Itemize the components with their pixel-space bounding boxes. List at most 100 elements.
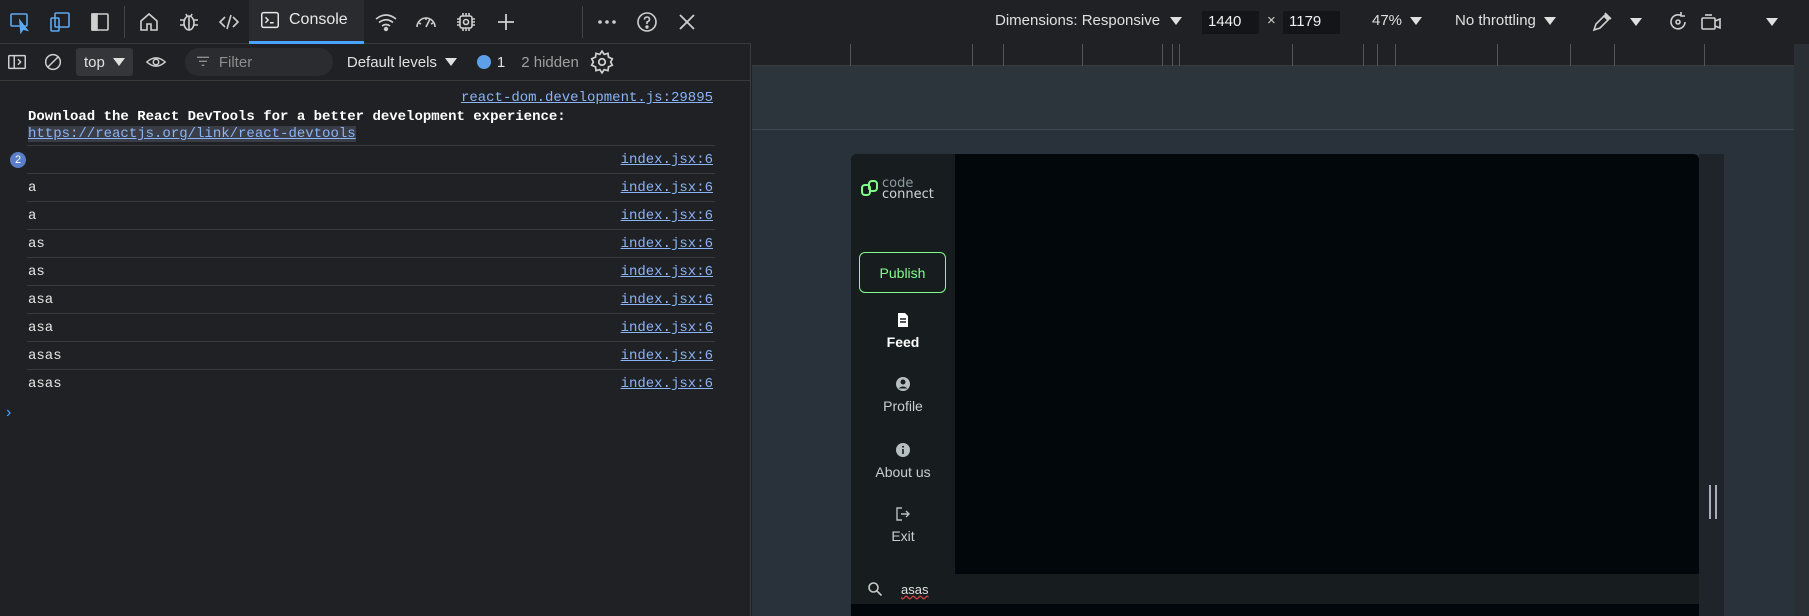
ruler-tick [1179,44,1180,66]
source-link[interactable]: index.jsx:6 [621,376,713,392]
filter-input[interactable]: Filter [184,48,333,76]
filter-icon [196,56,209,66]
console-row-text: as [28,236,45,252]
device-emulation-area: Dimensions: Responsive 1440 × 1179 47% N… [752,0,1809,616]
chevron-down-icon [1543,16,1556,25]
clear-console-icon[interactable] [38,44,68,81]
search-input[interactable]: asas [901,582,928,597]
sensors-pen-icon[interactable] [1590,10,1614,34]
console-row: a index.jsx:6 [27,202,715,230]
memory-chip-icon[interactable] [446,0,486,44]
ruler-tick [1497,44,1498,66]
media-query-bar [752,66,1809,130]
sidebar-item-label: Exit [891,528,915,544]
dimensions-label: Dimensions: Responsive [995,12,1161,29]
source-link[interactable]: index.jsx:6 [621,180,713,196]
console-filter-bar: top Filter Default levels 1 2 hidden [0,44,751,81]
performance-gauge-icon[interactable] [406,0,446,44]
live-expression-eye-icon[interactable] [141,44,171,81]
zoom-dropdown[interactable]: 47% [1372,12,1423,29]
sidebar-item-exit[interactable]: Exit [851,506,955,544]
console-message-react: react-dom.development.js:29895 Download … [27,82,715,146]
height-input[interactable]: 1179 [1283,11,1340,34]
tab-console-label: Console [289,11,348,28]
search-bar[interactable]: asas [851,574,1699,604]
welcome-home-icon[interactable] [129,0,169,44]
scrollbar[interactable] [1794,44,1809,616]
console-row-text: as [28,264,45,280]
sidebar-item-profile[interactable]: Profile [851,376,955,414]
chevron-down-icon [1410,16,1423,25]
ruler-tick [850,44,851,66]
console-row: asas index.jsx:6 [27,342,715,370]
message-count-badge[interactable]: 1 [476,54,505,71]
tab-console[interactable]: Console [249,0,364,44]
console-sidebar-icon[interactable] [2,44,32,81]
source-link[interactable]: index.jsx:6 [621,292,713,308]
console-row: asa index.jsx:6 [27,286,715,314]
context-select[interactable]: top [76,48,133,76]
console-icon [261,11,279,29]
dimensions-dropdown[interactable]: Dimensions: Responsive [995,12,1183,29]
chevron-down-icon[interactable] [1630,18,1642,26]
sidebar-item-label: Profile [883,398,923,414]
console-row: a index.jsx:6 [27,174,715,202]
react-devtools-link[interactable]: https://reactjs.org/link/react-devtools [28,126,356,142]
sidebar-item-label: Feed [886,334,920,350]
search-icon [868,582,883,597]
sidebar-item-about[interactable]: About us [851,442,955,480]
device-toolbar-icon[interactable] [40,0,80,44]
chevron-down-icon[interactable] [1766,18,1778,26]
close-icon[interactable] [667,0,707,44]
ruler [752,44,1794,66]
device-viewport: code connect Publish Feed Profile About … [851,154,1699,616]
sidebar-item-feed[interactable]: Feed [851,312,955,350]
throttling-value: No throttling [1455,12,1536,29]
width-input[interactable]: 1440 [1202,11,1259,34]
ruler-tick [1172,44,1173,66]
sidebar-toggle-icon[interactable] [80,0,120,44]
more-icon[interactable] [587,0,627,44]
resize-handle-icon[interactable] [1709,485,1717,519]
console-settings-gear-icon[interactable] [589,49,615,75]
log-levels-dropdown[interactable]: Default levels [347,54,457,71]
logo-text: code connect [882,177,934,201]
devtools-panel: Console top Filter Default levels 1 2 hi… [0,0,751,616]
device-toolbar: Dimensions: Responsive 1440 × 1179 47% N… [752,0,1809,44]
source-link[interactable]: index.jsx:6 [621,320,713,336]
source-link[interactable]: react-dom.development.js:29895 [461,90,713,106]
chevron-down-icon [444,58,457,66]
ruler-tick [1377,44,1378,66]
throttling-dropdown[interactable]: No throttling [1455,12,1556,29]
source-link[interactable]: index.jsx:6 [621,208,713,224]
source-link[interactable]: index.jsx:6 [621,348,713,364]
rotate-icon[interactable] [1666,10,1690,34]
ruler-tick [1395,44,1396,66]
bug-icon[interactable] [169,0,209,44]
network-wifi-icon[interactable] [366,0,406,44]
context-select-value: top [84,53,105,71]
repeat-count-badge: 2 [10,152,26,168]
publish-button[interactable]: Publish [859,252,946,293]
help-icon[interactable] [627,0,667,44]
log-levels-label: Default levels [346,53,437,71]
console-row-text: asas [28,348,62,364]
elements-code-icon[interactable] [209,0,249,44]
source-link[interactable]: index.jsx:6 [621,236,713,252]
source-link[interactable]: index.jsx:6 [621,152,713,168]
device-posture-icon[interactable] [1699,10,1723,34]
console-row: asa index.jsx:6 [27,314,715,342]
console-prompt[interactable]: › [6,404,11,422]
zoom-value: 47% [1372,12,1403,29]
code-connect-logo: code connect [861,177,934,201]
filter-placeholder: Filter [218,53,253,71]
message-bubble-icon [476,55,491,69]
ruler-tick [1614,44,1615,66]
source-link[interactable]: index.jsx:6 [621,264,713,280]
console-row-text: asa [28,292,54,308]
add-tab-icon[interactable] [486,0,526,44]
chevron-down-icon [112,58,125,66]
inspect-icon[interactable] [0,0,40,44]
toolbar-divider [124,5,125,38]
console-row-text: asas [28,376,62,392]
